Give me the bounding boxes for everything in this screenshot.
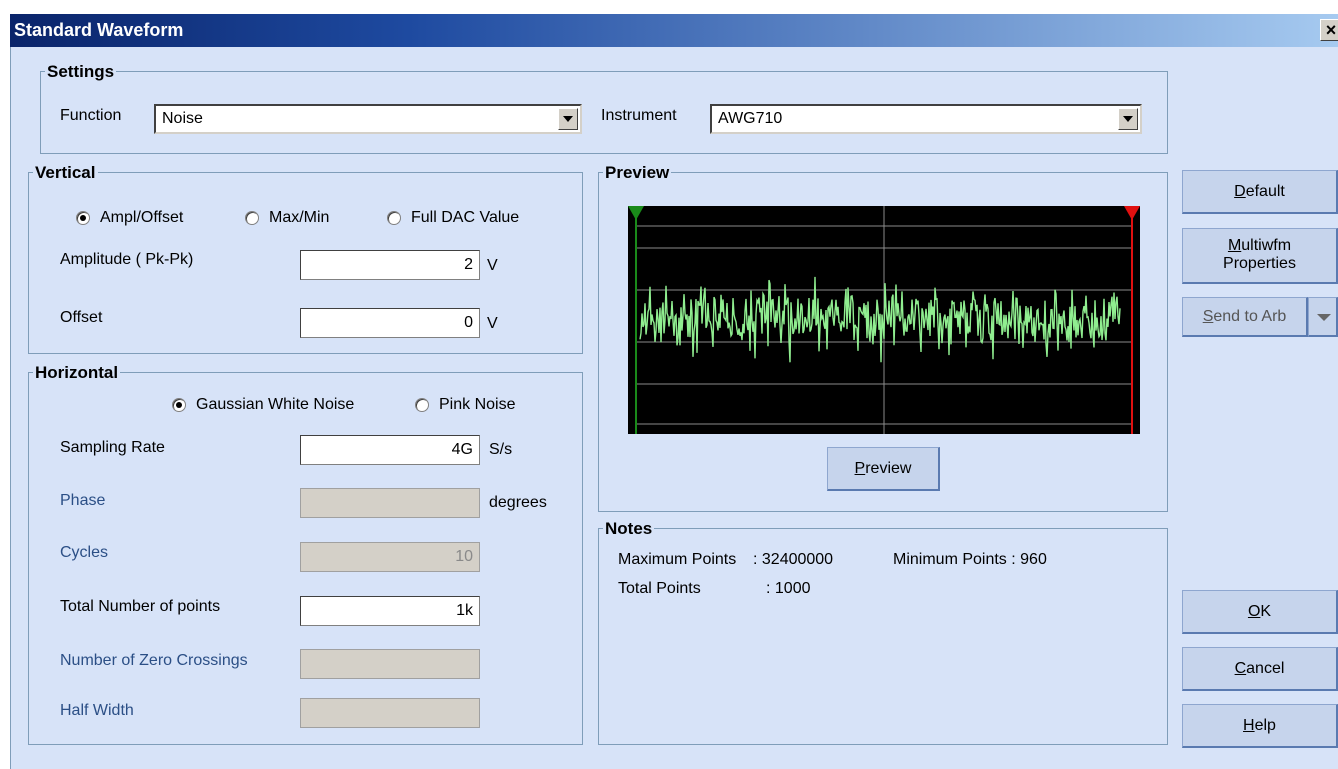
radio-label: Ampl/Offset: [100, 209, 184, 226]
total-points-label: Total Number of points: [60, 598, 221, 615]
multiwfm-label: ultiwfm: [1241, 237, 1292, 254]
multiwfm-properties-button[interactable]: Multiwfm Properties: [1182, 228, 1338, 284]
send-label: end to Arb: [1213, 308, 1287, 325]
default-mnemonic: D: [1234, 183, 1246, 200]
sampling-rate-label: Sampling Rate: [60, 439, 165, 456]
half-width-input: [300, 698, 480, 728]
settings-legend: Settings: [45, 62, 117, 82]
vertical-legend: Vertical: [33, 163, 98, 183]
phase-unit: degrees: [489, 494, 547, 511]
chevron-down-icon: [1317, 314, 1331, 321]
cycles-label: Cycles: [60, 544, 109, 561]
preview-button[interactable]: Preview: [827, 447, 940, 491]
instrument-label: Instrument: [601, 107, 677, 124]
ok-label: K: [1260, 603, 1272, 620]
default-label: efault: [1245, 183, 1285, 200]
waveform-svg: [628, 206, 1140, 434]
max-points-value: : 32400000: [753, 551, 834, 568]
preview-legend: Preview: [603, 163, 672, 183]
notes-legend: Notes: [603, 519, 655, 539]
start-marker-icon: [628, 206, 644, 220]
help-mnemonic: H: [1243, 717, 1255, 734]
send-to-arb-button[interactable]: Send to Arb: [1182, 297, 1308, 337]
sampling-rate-unit: S/s: [489, 441, 513, 458]
ok-mnemonic: O: [1247, 603, 1261, 620]
close-button[interactable]: ×: [1320, 19, 1338, 41]
radio-label: Full DAC Value: [411, 209, 520, 226]
multiwfm-line2: Properties: [1223, 255, 1296, 272]
help-label: elp: [1254, 717, 1276, 734]
phase-label: Phase: [60, 492, 106, 509]
function-select[interactable]: Noise: [154, 104, 582, 134]
amplitude-label: Amplitude ( Pk-Pk): [60, 251, 194, 268]
total-points-note-label: Total Points: [618, 580, 701, 597]
multiwfm-mnemonic: M: [1227, 237, 1242, 254]
offset-input[interactable]: 0: [300, 308, 480, 338]
window-title: Standard Waveform: [14, 20, 184, 40]
amplitude-input[interactable]: 2: [300, 250, 480, 280]
title-bar: Standard Waveform ×: [10, 14, 1338, 47]
radio-dot[interactable]: [172, 398, 186, 412]
radio-dot[interactable]: [245, 211, 259, 225]
instrument-select[interactable]: AWG710: [710, 104, 1142, 134]
preview-label: review: [865, 460, 912, 477]
help-button[interactable]: Help: [1182, 704, 1338, 748]
chevron-down-icon[interactable]: [1118, 108, 1138, 130]
ok-button[interactable]: OK: [1182, 590, 1338, 634]
max-points-label: Maximum Points: [618, 551, 737, 568]
radio-label: Gaussian White Noise: [196, 396, 355, 413]
send-mnemonic: S: [1202, 308, 1214, 325]
min-points-text: Minimum Points : 960: [893, 551, 1047, 568]
amplitude-unit: V: [487, 257, 498, 274]
horizontal-legend: Horizontal: [33, 363, 121, 383]
preview-mnemonic: P: [854, 460, 866, 477]
cycles-input: 10: [300, 542, 480, 572]
cancel-mnemonic: C: [1234, 660, 1247, 677]
radio-dot[interactable]: [76, 211, 90, 225]
multiwfm-line1: Multiwfm: [1183, 237, 1336, 255]
total-points-note-value: : 1000: [766, 580, 811, 597]
zero-crossings-input: [300, 649, 480, 679]
radio-label: Pink Noise: [439, 396, 516, 413]
waveform-preview-plot: [628, 206, 1140, 434]
offset-unit: V: [487, 315, 498, 332]
default-button[interactable]: Default: [1182, 170, 1338, 214]
total-points-input[interactable]: 1k: [300, 596, 480, 626]
half-width-label: Half Width: [60, 702, 134, 719]
offset-label: Offset: [60, 309, 103, 326]
chevron-down-icon[interactable]: [558, 108, 578, 130]
radio-dot[interactable]: [387, 211, 401, 225]
send-to-arb-dropdown[interactable]: [1308, 297, 1338, 337]
zero-crossings-label: Number of Zero Crossings: [60, 652, 248, 669]
phase-input: [300, 488, 480, 518]
function-label: Function: [60, 107, 122, 124]
function-value: Noise: [162, 110, 203, 127]
cancel-label: ancel: [1246, 660, 1285, 677]
end-marker-icon: [1124, 206, 1140, 220]
radio-dot[interactable]: [415, 398, 429, 412]
radio-label: Max/Min: [269, 209, 330, 226]
sampling-rate-input[interactable]: 4G: [300, 435, 480, 465]
cancel-button[interactable]: Cancel: [1182, 647, 1338, 691]
instrument-value: AWG710: [718, 110, 783, 127]
